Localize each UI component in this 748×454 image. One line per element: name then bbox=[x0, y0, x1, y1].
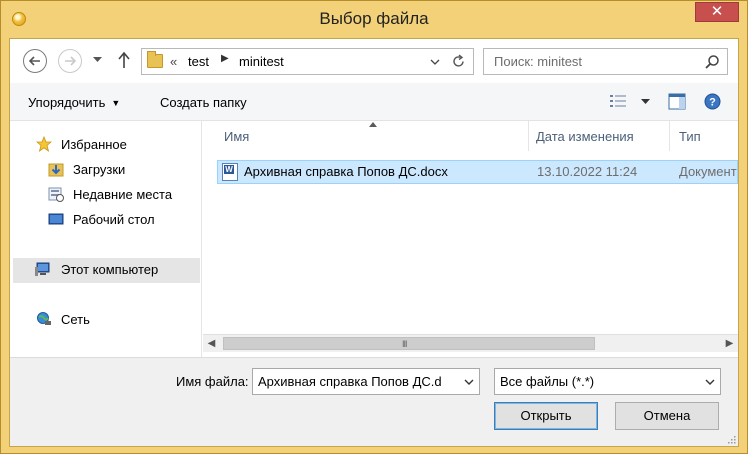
sidebar-item-label: Сеть bbox=[61, 312, 90, 327]
file-name: Архивная справка Попов ДС.docx bbox=[244, 164, 448, 179]
cancel-button[interactable]: Отмена bbox=[615, 402, 719, 430]
organize-button[interactable]: Упорядочить ▼ bbox=[28, 95, 120, 110]
file-type-filter-select[interactable]: Все файлы (*.*) bbox=[494, 368, 721, 395]
search-placeholder: Поиск: minitest bbox=[494, 54, 583, 69]
address-history-chevron-icon[interactable] bbox=[430, 59, 440, 66]
file-list: Имя Дата изменения Тип W Архивная справк… bbox=[203, 121, 738, 357]
breadcrumb-separator-icon[interactable]: ▶ bbox=[221, 53, 229, 64]
forward-button[interactable] bbox=[58, 49, 82, 73]
dialog-client-area: « test ▶ minitest Поиск: minitest Упоряд… bbox=[9, 38, 739, 447]
file-row[interactable]: W Архивная справка Попов ДС.docx 13.10.2… bbox=[217, 160, 738, 184]
svg-text:?: ? bbox=[709, 97, 716, 109]
sort-ascending-icon bbox=[369, 122, 377, 127]
breadcrumb-segment-test[interactable]: test bbox=[188, 54, 209, 69]
network-icon bbox=[37, 312, 51, 325]
view-options-icon[interactable] bbox=[609, 93, 627, 109]
navigation-pane: Избранное Загрузки Недавние места Рабочи… bbox=[10, 121, 202, 357]
file-dialog-window: Выбор файла ✕ « test ▶ minitest Поиск: m… bbox=[0, 0, 748, 454]
navigation-bar: « test ▶ minitest Поиск: minitest bbox=[10, 39, 738, 83]
desktop-icon bbox=[48, 213, 64, 225]
title-bar[interactable]: Выбор файла ✕ bbox=[1, 1, 747, 39]
column-divider[interactable] bbox=[669, 121, 670, 151]
sidebar-item-label: Загрузки bbox=[73, 162, 126, 177]
up-arrow-icon bbox=[118, 51, 130, 68]
chevron-down-icon[interactable] bbox=[704, 376, 716, 388]
up-button[interactable] bbox=[117, 51, 131, 72]
command-toolbar: Упорядочить ▼ Создать папку ? bbox=[10, 83, 738, 121]
folder-icon bbox=[147, 51, 163, 68]
refresh-icon[interactable] bbox=[451, 54, 466, 69]
sidebar-item-network[interactable]: Сеть bbox=[10, 308, 200, 333]
column-divider[interactable] bbox=[528, 121, 529, 151]
forward-arrow-icon bbox=[65, 56, 77, 66]
sidebar-item-downloads[interactable]: Загрузки bbox=[10, 158, 200, 183]
sidebar-item-favorites[interactable]: Избранное bbox=[10, 133, 200, 158]
back-arrow-icon bbox=[28, 56, 40, 66]
close-icon: ✕ bbox=[710, 3, 724, 20]
column-header-name[interactable]: Имя bbox=[224, 129, 249, 144]
column-header-row: Имя Дата изменения Тип bbox=[203, 121, 738, 151]
filename-combobox[interactable]: Архивная справка Попов ДС.d bbox=[252, 368, 480, 395]
computer-icon bbox=[35, 262, 50, 276]
dialog-footer: Имя файла: Архивная справка Попов ДС.d В… bbox=[10, 357, 738, 446]
preview-pane-icon[interactable] bbox=[668, 93, 686, 110]
chevron-down-icon: ▼ bbox=[111, 98, 121, 108]
resize-grip-icon[interactable] bbox=[726, 434, 736, 444]
chevron-down-icon bbox=[93, 57, 102, 62]
scroll-right-icon[interactable]: ▶ bbox=[721, 335, 738, 352]
word-document-icon: W bbox=[222, 163, 238, 181]
horizontal-scrollbar[interactable]: ◀ III ▶ bbox=[203, 334, 738, 352]
sidebar-item-this-pc[interactable]: Этот компьютер bbox=[13, 258, 200, 283]
open-button[interactable]: Открыть bbox=[494, 402, 598, 430]
breadcrumb-overflow[interactable]: « bbox=[170, 54, 177, 69]
filename-input-value[interactable]: Архивная справка Попов ДС.d bbox=[258, 374, 442, 389]
address-bar[interactable]: « test ▶ minitest bbox=[141, 48, 474, 75]
recent-places-icon bbox=[48, 187, 64, 202]
sidebar-item-label: Рабочий стол bbox=[73, 212, 155, 227]
column-header-date[interactable]: Дата изменения bbox=[536, 129, 634, 144]
sidebar-item-label: Этот компьютер bbox=[61, 262, 159, 277]
search-box[interactable]: Поиск: minitest bbox=[483, 48, 728, 75]
new-folder-button[interactable]: Создать папку bbox=[160, 95, 247, 110]
back-button[interactable] bbox=[23, 49, 47, 73]
star-icon bbox=[36, 136, 52, 152]
scrollbar-thumb[interactable]: III bbox=[223, 337, 595, 350]
close-button[interactable]: ✕ bbox=[695, 2, 739, 22]
view-options-chevron-icon[interactable] bbox=[641, 99, 650, 105]
column-header-type[interactable]: Тип bbox=[679, 129, 701, 144]
help-icon[interactable]: ? bbox=[704, 93, 721, 110]
chevron-down-icon[interactable] bbox=[463, 376, 475, 388]
scroll-grip: III bbox=[402, 339, 407, 349]
sidebar-item-recent-places[interactable]: Недавние места bbox=[10, 183, 200, 208]
file-date: 13.10.2022 11:24 bbox=[537, 164, 638, 179]
sidebar-item-label: Недавние места bbox=[73, 187, 173, 202]
sidebar-item-desktop[interactable]: Рабочий стол bbox=[10, 208, 200, 233]
search-icon[interactable] bbox=[704, 54, 720, 70]
file-type: Документ bbox=[679, 164, 737, 179]
file-type-filter-value: Все файлы (*.*) bbox=[500, 374, 595, 389]
downloads-icon bbox=[48, 163, 64, 177]
organize-label: Упорядочить bbox=[28, 95, 106, 110]
window-title: Выбор файла bbox=[319, 9, 429, 28]
breadcrumb-segment-minitest[interactable]: minitest bbox=[239, 54, 284, 69]
scroll-left-icon[interactable]: ◀ bbox=[203, 335, 220, 352]
sidebar-item-label: Избранное bbox=[61, 137, 127, 152]
recent-locations-dropdown[interactable] bbox=[93, 54, 102, 66]
filename-label: Имя файла: bbox=[176, 374, 249, 389]
